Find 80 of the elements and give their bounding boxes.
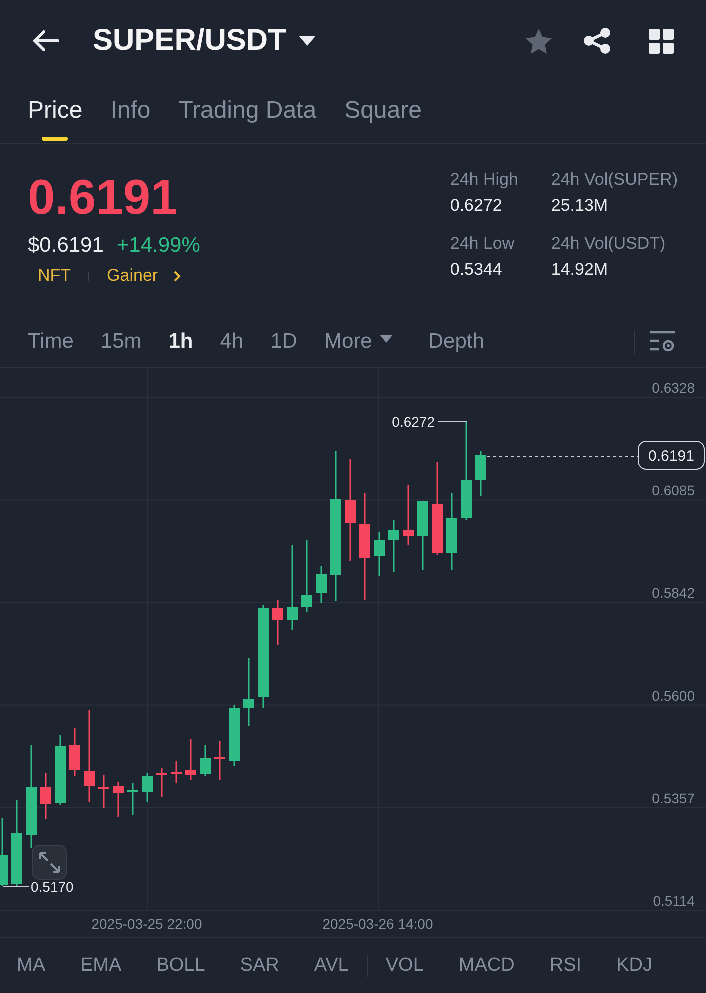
interval-tab[interactable]: 1D xyxy=(270,330,298,354)
low-price-label: 0.5170 xyxy=(31,879,74,895)
price-axis-label: 0.6085 xyxy=(652,482,695,499)
bearish-candle xyxy=(40,773,52,819)
tab[interactable]: Square xyxy=(344,82,422,141)
caret-icon xyxy=(380,335,394,343)
indicator-tab[interactable]: RSI xyxy=(550,954,582,978)
indicator-tab[interactable]: AVL xyxy=(314,954,349,978)
bullish-candle xyxy=(142,773,153,802)
price-axis-label: 0.5842 xyxy=(652,585,695,602)
indicator-tab[interactable]: KDJ xyxy=(616,954,652,978)
bearish-candle xyxy=(214,741,226,780)
price-change: +14.99% xyxy=(116,233,200,259)
interval-tab[interactable]: 4h xyxy=(220,330,244,354)
indicator-tab[interactable]: SAR xyxy=(240,954,280,978)
leader-line xyxy=(438,421,468,422)
leader-line xyxy=(2,886,30,887)
bearish-candle xyxy=(171,761,182,783)
last-price: 0.6191 xyxy=(28,170,178,226)
bearish-candle xyxy=(272,600,284,645)
stat-value: 14.92M xyxy=(551,259,608,281)
share-icon[interactable] xyxy=(584,28,611,54)
usd-price: $0.6191 xyxy=(28,233,104,259)
stat-value: 0.6272 xyxy=(450,195,502,217)
star-icon[interactable] xyxy=(526,28,552,54)
indicator-tab[interactable]: BOLL xyxy=(156,954,206,978)
stat-value: 25.13M xyxy=(551,195,608,217)
bullish-candle xyxy=(476,451,486,496)
bullish-candle xyxy=(128,783,138,815)
high-price-label: 0.6272 xyxy=(392,414,435,430)
bearish-candle xyxy=(403,485,414,545)
tag-link[interactable]: Gainer xyxy=(107,265,158,287)
tab[interactable]: Info xyxy=(110,82,151,141)
bullish-candle xyxy=(200,745,211,776)
price-axis-label: 0.6328 xyxy=(652,380,695,396)
bullish-candle xyxy=(55,735,66,805)
price-axis-label: 0.5600 xyxy=(652,688,695,704)
indicator-tab[interactable]: VOL xyxy=(386,954,424,978)
interval-tab[interactable]: 15m xyxy=(100,330,142,354)
price-axis-label: 0.5357 xyxy=(652,790,695,806)
bullish-candle xyxy=(316,566,327,603)
tab[interactable]: Trading Data xyxy=(178,82,317,141)
tab[interactable]: Price xyxy=(28,82,83,141)
bullish-candle xyxy=(374,532,385,576)
caret-icon[interactable] xyxy=(299,36,316,46)
bullish-candle xyxy=(0,818,8,886)
grid-icon[interactable] xyxy=(649,28,674,54)
expand-icon xyxy=(39,852,60,873)
time-axis-label: 2025-03-25 22:00 xyxy=(92,916,202,932)
stat-value: 0.5344 xyxy=(450,259,502,281)
stat-label: 24h Vol(SUPER) xyxy=(551,169,678,191)
bearish-candle xyxy=(113,782,124,817)
tag-link[interactable]: NFT xyxy=(38,265,72,287)
indicator-tab[interactable]: MA xyxy=(17,954,46,978)
settings-icon[interactable] xyxy=(650,330,675,352)
interval-tab[interactable]: Depth xyxy=(428,330,484,354)
stat-label: 24h Vol(USDT) xyxy=(551,233,666,255)
time-axis-label: 2025-03-26 14:00 xyxy=(322,916,434,932)
bullish-candle xyxy=(388,520,400,572)
expand-button[interactable] xyxy=(32,845,67,880)
bearish-candle xyxy=(156,768,168,797)
chevron-right-icon[interactable] xyxy=(174,270,182,282)
pair-title[interactable]: SUPER/USDT xyxy=(93,23,286,59)
bullish-candle xyxy=(229,705,240,766)
interval-tab[interactable]: More xyxy=(324,330,394,354)
bearish-candle xyxy=(98,775,110,808)
indicator-tab[interactable]: MACD xyxy=(458,954,515,978)
stat-label: 24h Low xyxy=(450,233,515,255)
stat-label: 24h High xyxy=(450,169,518,191)
interval-tab[interactable]: Time xyxy=(28,330,74,354)
bullish-candle xyxy=(302,540,312,612)
interval-tab[interactable]: 1h xyxy=(168,330,194,354)
bearish-candle xyxy=(70,728,80,776)
last-price-tag: 0.6191 xyxy=(638,441,705,470)
bearish-candle xyxy=(186,739,196,780)
price-axis-label: 0.5114 xyxy=(653,893,695,909)
bullish-candle xyxy=(244,658,254,726)
indicator-tab[interactable]: EMA xyxy=(80,954,122,978)
bullish-candle xyxy=(418,501,428,570)
back-arrow-icon[interactable] xyxy=(32,29,60,53)
